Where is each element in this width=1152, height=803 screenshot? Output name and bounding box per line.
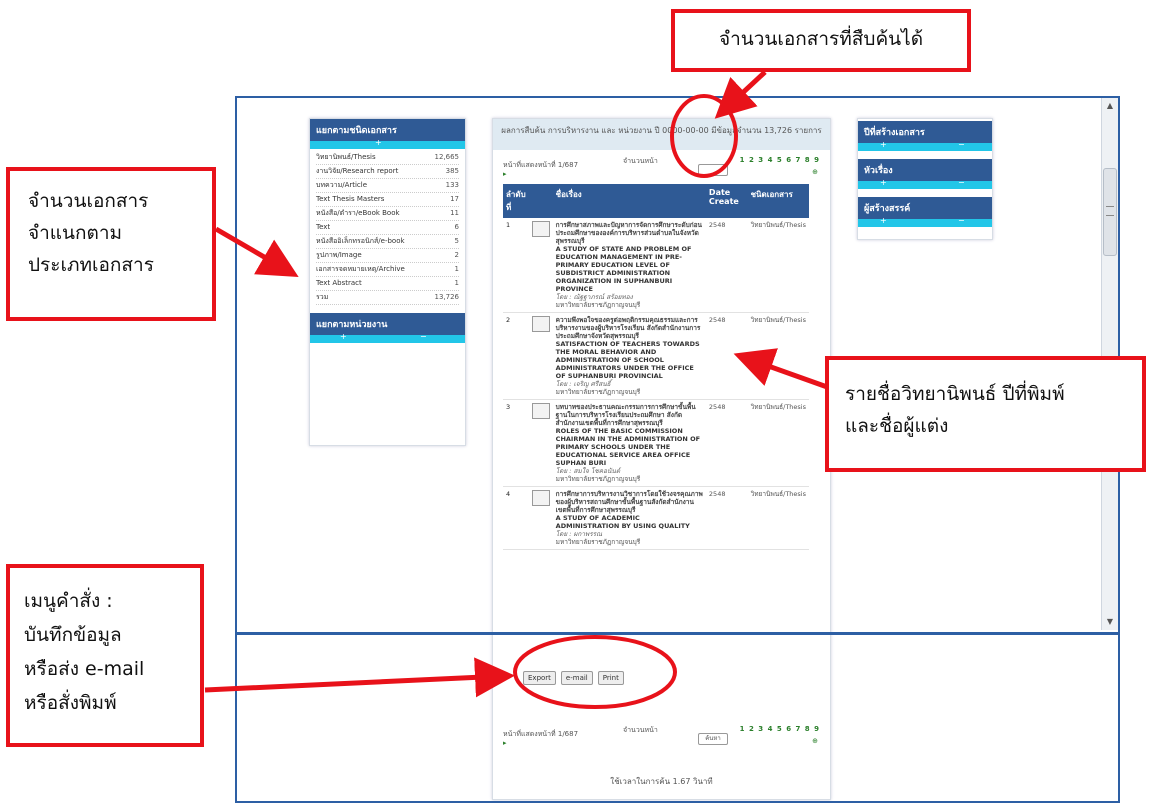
creator-heading: ผู้สร้างสรรค์ xyxy=(858,197,992,219)
search-time: ใช้เวลาในการค้น 1.67 วินาที xyxy=(610,777,713,786)
year-heading: ปีที่สร้างเอกสาร xyxy=(858,121,992,143)
column-header xyxy=(528,184,553,218)
doc-type-item[interactable]: รูปภาพ/Image 2 xyxy=(316,249,459,263)
callout-result-list: รายชื่อวิทยานิพนธ์ ปีที่พิมพ์ และชื่อผู้… xyxy=(825,356,1146,472)
creator-toggle[interactable]: + − xyxy=(858,216,992,227)
doc-type-total: รวม 13,726 xyxy=(316,291,459,305)
scroll-down-icon[interactable]: ▼ xyxy=(1102,614,1118,630)
top-pager: หน้าที่แสดงหน้าที่ 1/687 จำนวนหน้า 1 2 3… xyxy=(493,150,830,184)
page-numbers[interactable]: 1 2 3 4 5 6 7 8 9 xyxy=(740,725,820,733)
subject-toggle[interactable]: + − xyxy=(858,178,992,189)
results-panel: ผลการสืบค้น การบริหารงาน และ หน่วยงาน ปี… xyxy=(492,118,831,800)
table-row: 2 ความพึงพอใจของครูต่อพฤติกรรมคุณธรรมและ… xyxy=(503,312,809,400)
page-count-label: จำนวนหน้า xyxy=(623,157,658,165)
next-arrow-icon[interactable]: ⊕ xyxy=(812,168,818,176)
agency-heading: แยกตามหน่วยงาน xyxy=(310,313,465,335)
next-arrow-icon[interactable]: ⊕ xyxy=(812,737,818,745)
export-button[interactable]: Export xyxy=(523,671,556,685)
doc-type-item[interactable]: Text Abstract 1 xyxy=(316,277,459,291)
page-count-label: จำนวนหน้า xyxy=(623,726,658,734)
column-header: ชื่อเรื่อง xyxy=(552,184,706,218)
doc-type-item[interactable]: Text 6 xyxy=(316,221,459,235)
result-title[interactable]: การศึกษาสภาพและปัญหาการจัดการศึกษาระดับก… xyxy=(552,218,706,313)
document-type-toggle[interactable]: + xyxy=(310,138,465,149)
table-row: 4 การศึกษาการบริหารงานวิชาการโดยใช้วงจรค… xyxy=(503,486,809,550)
page-numbers[interactable]: 1 2 3 4 5 6 7 8 9 xyxy=(740,156,820,164)
prev-arrow-icon[interactable]: ▸ xyxy=(503,739,507,747)
page-indicator: หน้าที่แสดงหน้าที่ 1/687 xyxy=(503,730,579,738)
doc-type-item[interactable]: เอกสารจดหมายเหตุ/Archive 1 xyxy=(316,263,459,277)
row-checkbox[interactable] xyxy=(531,221,550,237)
page-indicator: หน้าที่แสดงหน้าที่ 1/687 xyxy=(503,161,579,169)
doc-type-item[interactable]: บทความ/Article 133 xyxy=(316,179,459,193)
doc-type-item[interactable]: วิทยานิพนธ์/Thesis 12,665 xyxy=(316,151,459,165)
column-header: ลำดับที่ xyxy=(503,184,529,218)
action-buttons: Export e-mail Print xyxy=(523,671,624,685)
callout-document-count: จำนวนเอกสารที่สืบค้นได้ xyxy=(671,9,971,72)
pane-divider xyxy=(237,632,1118,635)
scroll-up-icon[interactable]: ▲ xyxy=(1102,98,1118,114)
document-type-heading: แยกตามชนิดเอกสาร xyxy=(310,119,465,141)
result-title[interactable]: ความพึงพอใจของครูต่อพฤติกรรมคุณธรรมและกา… xyxy=(552,312,706,400)
column-header: ชนิดเอกสาร xyxy=(747,184,809,218)
prev-arrow-icon[interactable]: ▸ xyxy=(503,170,507,178)
row-checkbox[interactable] xyxy=(531,316,550,332)
results-table: ลำดับที่ ชื่อเรื่อง Date Create ชนิดเอกส… xyxy=(503,184,809,550)
email-button[interactable]: e-mail xyxy=(560,671,593,685)
document-type-list: วิทยานิพนธ์/Thesis 12,665 งานวิจัย/Resear… xyxy=(310,149,465,307)
filter-panel: ปีที่สร้างเอกสาร + − หัวเรื่อง + − ผู้สร้า… xyxy=(857,118,993,240)
row-checkbox[interactable] xyxy=(531,490,550,506)
row-checkbox[interactable] xyxy=(531,403,550,419)
callout-command-menu: เมนูคำสั่ง : บันทึกข้อมูล หรือส่ง e-mail… xyxy=(6,564,204,747)
year-toggle[interactable]: + − xyxy=(858,140,992,151)
page-jump-button[interactable] xyxy=(698,164,728,176)
doc-type-item[interactable]: หนังสืออิเล็กทรอนิกส์/e-book 5 xyxy=(316,235,459,249)
results-summary: ผลการสืบค้น การบริหารงาน และ หน่วยงาน ปี… xyxy=(493,119,830,150)
bottom-pager: หน้าที่แสดงหน้าที่ 1/687 จำนวนหน้า ค้นหา… xyxy=(493,719,830,753)
agency-toggle[interactable]: + − xyxy=(310,332,465,343)
callout-document-type: จำนวนเอกสาร จำแนกตาม ประเภทเอกสาร xyxy=(6,167,216,321)
scroll-grip-icon xyxy=(1106,206,1114,216)
print-button[interactable]: Print xyxy=(597,671,624,685)
doc-type-item[interactable]: Text Thesis Masters 17 xyxy=(316,193,459,207)
document-type-panel: แยกตามชนิดเอกสาร + วิทยานิพนธ์/Thesis 12,… xyxy=(309,118,466,446)
doc-type-item[interactable]: หนังสือ/ตำรา/eBook Book 11 xyxy=(316,207,459,221)
search-button[interactable]: ค้นหา xyxy=(698,733,728,745)
subject-heading: หัวเรื่อง xyxy=(858,159,992,181)
doc-type-item[interactable]: งานวิจัย/Research report 385 xyxy=(316,165,459,179)
column-header: Date Create xyxy=(705,184,748,218)
table-row: 1 การศึกษาสภาพและปัญหาการจัดการศึกษาระดั… xyxy=(503,218,809,313)
result-title[interactable]: การศึกษาการบริหารงานวิชาการโดยใช้วงจรคุณ… xyxy=(552,486,706,550)
result-title[interactable]: บทบาทของประธานคณะกรรมการการศึกษาขั้นพื้น… xyxy=(552,399,706,487)
table-row: 3 บทบาทของประธานคณะกรรมการการศึกษาขั้นพื… xyxy=(503,399,809,487)
